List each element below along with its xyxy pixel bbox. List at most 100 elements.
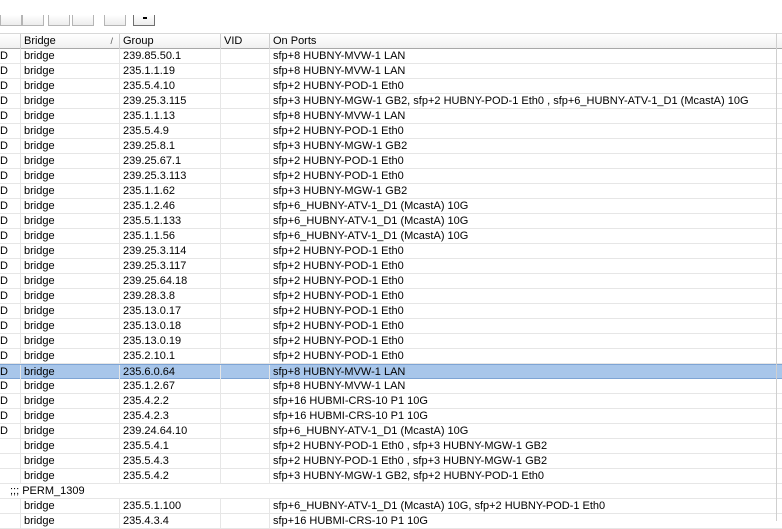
column-header-bridge[interactable]: Bridge / xyxy=(21,34,120,49)
table-row[interactable]: bridge 235.5.4.3 sfp+2 HUBNY-POD-1 Eth0 , … xyxy=(0,454,782,469)
row-flag: D xyxy=(0,289,21,303)
table-row[interactable]: Dbridge 235.5.4.10 sfp+2 HUBNY-POD-1 Eth0 xyxy=(0,79,782,94)
group-cell: 235.5.4.3 xyxy=(120,454,221,468)
bridge-cell: bridge xyxy=(21,64,120,78)
on-ports-cell: sfp+8 HUBNY-MVW-1 LAN xyxy=(273,50,406,62)
on-ports-cell: sfp+6_HUBNY-ATV-1_D1 (McastA) 10G, sfp+2… xyxy=(273,500,606,512)
group-cell: 239.25.64.18 xyxy=(120,274,221,288)
group-cell: 239.25.3.117 xyxy=(120,259,221,273)
table-row[interactable]: Dbridge 239.24.64.10 sfp+6_HUBNY-ATV-1_D1 … xyxy=(0,424,782,439)
group-cell: 235.5.4.10 xyxy=(120,79,221,93)
toolbar-button[interactable] xyxy=(104,15,126,26)
column-header-vid[interactable]: VID xyxy=(221,34,270,49)
table-row[interactable]: bridge 235.4.3.4 sfp+16 HUBMI-CRS-10 P1 10… xyxy=(0,514,782,529)
bridge-cell: bridge xyxy=(21,334,120,348)
row-flag: D xyxy=(0,199,21,213)
mdb-table: Bridge / Group VID On Ports Dbridge 239.8… xyxy=(0,33,782,529)
column-header-on-ports[interactable]: On Ports xyxy=(270,34,776,49)
vid-cell xyxy=(221,169,270,183)
table-row[interactable]: Dbridge 235.1.1.56 sfp+6_HUBNY-ATV-1_D1 (M… xyxy=(0,229,782,244)
on-ports-cell: sfp+6_HUBNY-ATV-1_D1 (McastA) 10G xyxy=(273,215,469,227)
column-header-label: Group xyxy=(123,35,154,47)
table-row[interactable]: Dbridge 235.1.2.67 sfp+8 HUBNY-MVW-1 LAN xyxy=(0,379,782,394)
vid-cell xyxy=(221,244,270,258)
bridge-cell: bridge xyxy=(21,109,120,123)
table-row[interactable]: bridge 235.5.4.1 sfp+2 HUBNY-POD-1 Eth0 , … xyxy=(0,439,782,454)
table-row[interactable]: Dbridge 235.4.2.2 sfp+16 HUBMI-CRS-10 P1 1… xyxy=(0,394,782,409)
on-ports-cell: sfp+16 HUBMI-CRS-10 P1 10G xyxy=(273,410,428,422)
table-row[interactable]: Dbridge 235.6.0.64 sfp+8 HUBNY-MVW-1 LAN xyxy=(0,364,782,379)
table-row[interactable]: Dbridge 235.1.1.19 sfp+8 HUBNY-MVW-1 LAN xyxy=(0,64,782,79)
table-row[interactable]: Dbridge 235.1.1.13 sfp+8 HUBNY-MVW-1 LAN xyxy=(0,109,782,124)
group-cell: 235.1.2.67 xyxy=(120,379,221,393)
row-flag: D xyxy=(0,274,21,288)
on-ports-cell: sfp+2 HUBNY-POD-1 Eth0 xyxy=(273,335,404,347)
row-flag: D xyxy=(0,424,21,438)
table-row[interactable]: Dbridge 239.25.3.115 sfp+3 HUBNY-MGW-1 GB2… xyxy=(0,94,782,109)
row-flag xyxy=(0,469,21,483)
row-flag: D xyxy=(0,409,21,423)
row-flag xyxy=(0,454,21,468)
toolbar-button[interactable] xyxy=(72,15,94,26)
table-row[interactable]: Dbridge 235.2.10.1 sfp+2 HUBNY-POD-1 Eth0 xyxy=(0,349,782,364)
table-row[interactable]: Dbridge 235.4.2.3 sfp+16 HUBMI-CRS-10 P1 1… xyxy=(0,409,782,424)
column-header-group[interactable]: Group xyxy=(120,34,221,49)
vid-cell xyxy=(221,214,270,228)
on-ports-cell: sfp+2 HUBNY-POD-1 Eth0 xyxy=(273,170,404,182)
on-ports-cell: sfp+6_HUBNY-ATV-1_D1 (McastA) 10G xyxy=(273,230,469,242)
group-cell: 235.5.4.1 xyxy=(120,439,221,453)
bridge-cell: bridge xyxy=(21,499,120,513)
table-row[interactable]: Dbridge 239.28.3.8 sfp+2 HUBNY-POD-1 Eth0 xyxy=(0,289,782,304)
toolbar-button[interactable] xyxy=(22,15,44,26)
group-cell: 235.4.3.4 xyxy=(120,514,221,528)
table-row[interactable]: Dbridge 239.85.50.1 sfp+8 HUBNY-MVW-1 LAN xyxy=(0,49,782,64)
column-header-label: Bridge xyxy=(24,35,56,47)
table-row[interactable]: Dbridge 239.25.3.117 sfp+2 HUBNY-POD-1 Eth… xyxy=(0,259,782,274)
table-body: Dbridge 239.85.50.1 sfp+8 HUBNY-MVW-1 LAN D… xyxy=(0,49,782,529)
table-row[interactable]: Dbridge 239.25.3.113 sfp+2 HUBNY-POD-1 Eth… xyxy=(0,169,782,184)
toolbar-button[interactable] xyxy=(48,15,70,26)
table-row[interactable]: Dbridge 239.25.67.1 sfp+2 HUBNY-POD-1 Eth0 xyxy=(0,154,782,169)
bridge-cell: bridge xyxy=(21,379,120,393)
column-divider xyxy=(776,33,777,521)
vid-cell xyxy=(221,514,270,528)
table-row[interactable]: Dbridge 235.1.2.46 sfp+6_HUBNY-ATV-1_D1 (M… xyxy=(0,199,782,214)
row-flag: D xyxy=(0,154,21,168)
group-cell: 235.5.1.133 xyxy=(120,214,221,228)
table-row[interactable]: Dbridge 239.25.64.18 sfp+2 HUBNY-POD-1 Eth… xyxy=(0,274,782,289)
bridge-cell: bridge xyxy=(21,424,120,438)
vid-cell xyxy=(221,469,270,483)
group-cell: 235.6.0.64 xyxy=(120,365,221,379)
vid-cell xyxy=(221,94,270,108)
vid-cell xyxy=(221,184,270,198)
table-row[interactable]: Dbridge 235.1.1.62 sfp+3 HUBNY-MGW-1 GB2 xyxy=(0,184,782,199)
vid-cell xyxy=(221,199,270,213)
table-row[interactable]: Dbridge 235.13.0.18 sfp+2 HUBNY-POD-1 Eth0 xyxy=(0,319,782,334)
comment-row[interactable]: ;;; PERM_1309 xyxy=(0,484,782,499)
row-flag: D xyxy=(0,94,21,108)
filter-button[interactable] xyxy=(133,15,155,26)
table-row[interactable]: bridge 235.5.4.2 sfp+3 HUBNY-MGW-1 GB2, sf… xyxy=(0,469,782,484)
table-row[interactable]: Dbridge 239.25.8.1 sfp+3 HUBNY-MGW-1 GB2 xyxy=(0,139,782,154)
vid-cell xyxy=(221,499,270,513)
bridge-cell: bridge xyxy=(21,184,120,198)
group-cell: 235.1.1.56 xyxy=(120,229,221,243)
column-header-flags[interactable] xyxy=(0,34,21,49)
vid-cell xyxy=(221,454,270,468)
toolbar xyxy=(0,0,782,33)
on-ports-cell: sfp+2 HUBNY-POD-1 Eth0 xyxy=(273,260,404,272)
table-row[interactable]: bridge 235.5.1.100 sfp+6_HUBNY-ATV-1_D1 (M… xyxy=(0,499,782,514)
table-row[interactable]: Dbridge 235.5.1.133 sfp+6_HUBNY-ATV-1_D1 (… xyxy=(0,214,782,229)
row-flag: D xyxy=(0,259,21,273)
table-row[interactable]: Dbridge 235.13.0.17 sfp+2 HUBNY-POD-1 Eth0 xyxy=(0,304,782,319)
on-ports-cell: sfp+2 HUBNY-POD-1 Eth0 xyxy=(273,320,404,332)
table-row[interactable]: Dbridge 239.25.3.114 sfp+2 HUBNY-POD-1 Eth… xyxy=(0,244,782,259)
table-row[interactable]: Dbridge 235.13.0.19 sfp+2 HUBNY-POD-1 Eth0 xyxy=(0,334,782,349)
on-ports-cell: sfp+3 HUBNY-MGW-1 GB2 xyxy=(273,140,408,152)
group-cell: 235.13.0.19 xyxy=(120,334,221,348)
group-cell: 239.85.50.1 xyxy=(120,49,221,63)
vid-cell xyxy=(221,64,270,78)
bridge-cell: bridge xyxy=(21,349,120,363)
table-row[interactable]: Dbridge 235.5.4.9 sfp+2 HUBNY-POD-1 Eth0 xyxy=(0,124,782,139)
toolbar-button[interactable] xyxy=(0,15,22,26)
